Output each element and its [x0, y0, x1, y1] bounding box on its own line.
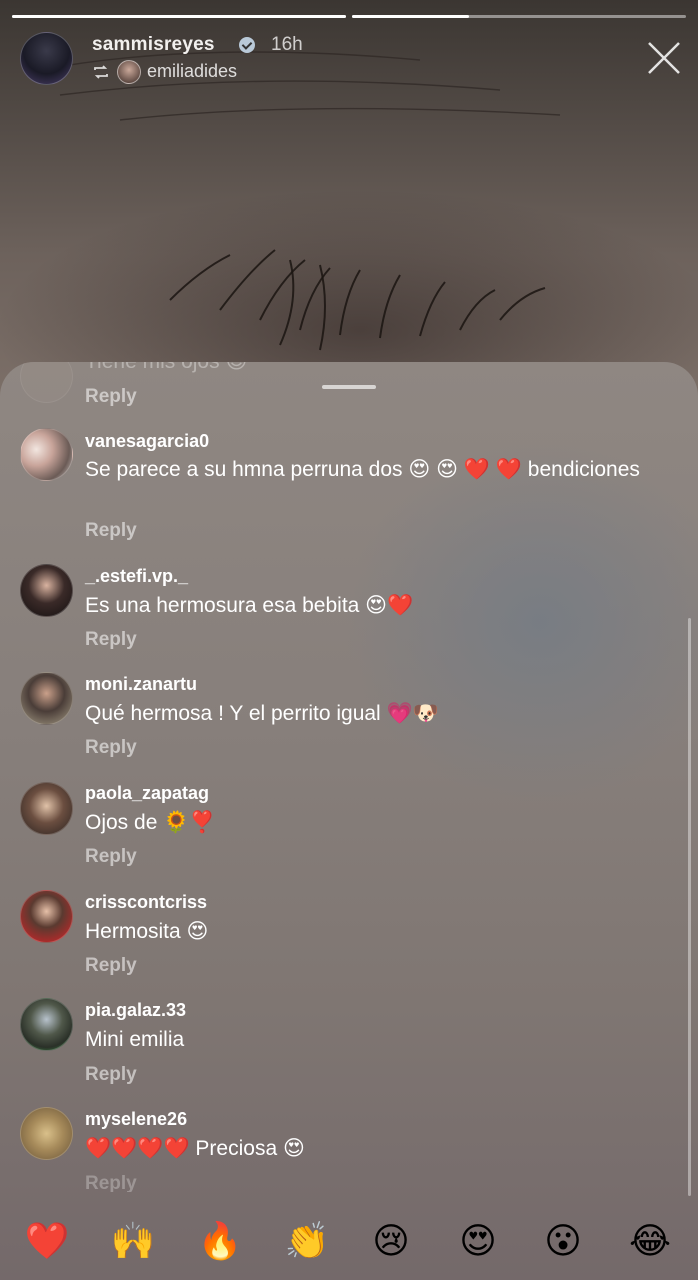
reply-button[interactable]: Reply [85, 520, 137, 542]
reaction-bar: ❤️ 🙌 🔥 👏 😢 😍 😮 😂 [0, 1207, 698, 1280]
tears-of-joy-icon[interactable]: 😂 [627, 1218, 673, 1264]
comment-username[interactable]: myselene26 [85, 1109, 187, 1130]
source-username[interactable]: emiliadides [147, 61, 237, 82]
avatar[interactable] [20, 782, 73, 835]
comment-text: Ojos de 🌻❣️ [85, 811, 216, 834]
source-avatar[interactable] [117, 60, 141, 84]
reply-button[interactable]: Reply [85, 737, 137, 759]
repost-icon [94, 65, 108, 79]
fire-icon[interactable]: 🔥 [197, 1218, 243, 1264]
comments-scrollbar[interactable] [688, 618, 691, 1196]
avatar[interactable] [20, 362, 73, 403]
comment-text: Hermosita 😍 [85, 920, 209, 943]
red-heart-icon[interactable]: ❤️ [24, 1218, 70, 1264]
heart-eyes-icon[interactable]: 😍 [455, 1218, 501, 1264]
avatar[interactable] [20, 890, 73, 943]
comment-username[interactable]: paola_zapatag [85, 783, 209, 804]
story-progress-1 [12, 15, 346, 18]
comment-text: Es una hermosura esa bebita 😍❤️ [85, 594, 414, 617]
comment-text: Qué hermosa ! Y el perrito igual 💗🐶 [85, 702, 439, 725]
story-header: sammisreyes 16h emiliadides [20, 32, 680, 88]
reply-button[interactable]: Reply [85, 955, 137, 977]
reply-button[interactable]: Reply [85, 1173, 137, 1192]
avatar[interactable] [20, 672, 73, 725]
crying-face-icon[interactable]: 😢 [368, 1218, 414, 1264]
comment-username[interactable]: pia.galaz.33 [85, 1000, 186, 1021]
avatar[interactable] [20, 564, 73, 617]
avatar[interactable] [20, 428, 73, 481]
comment-text: Mini emilia [85, 1028, 185, 1051]
sheet-drag-handle[interactable] [322, 385, 376, 389]
avatar[interactable] [20, 1107, 73, 1160]
comment-text: Se parece a su hmna perruna dos 😍 😍 ❤️ ❤… [85, 458, 640, 481]
close-icon[interactable] [646, 40, 682, 76]
reply-button[interactable]: Reply [85, 846, 137, 868]
avatar[interactable] [20, 998, 73, 1051]
avatar[interactable] [20, 32, 73, 85]
story-username[interactable]: sammisreyes [92, 34, 215, 56]
verified-badge-icon [239, 37, 255, 53]
comment-text: Tiene mis ojos 😊 [85, 362, 645, 375]
raising-hands-icon[interactable]: 🙌 [110, 1218, 156, 1264]
reply-button[interactable]: Reply [85, 386, 137, 408]
comment-username[interactable]: _.estefi.vp._ [85, 566, 188, 587]
surprised-face-icon[interactable]: 😮 [540, 1218, 586, 1264]
story-time: 16h [271, 34, 303, 55]
comments-sheet: Tiene mis ojos 😊 Reply vanesagarcia0 Se … [0, 362, 698, 1280]
reply-button[interactable]: Reply [85, 1064, 137, 1086]
comment-username[interactable]: moni.zanartu [85, 674, 197, 695]
reply-button[interactable]: Reply [85, 629, 137, 651]
comment-username[interactable]: vanesagarcia0 [85, 431, 209, 452]
clapping-hands-icon[interactable]: 👏 [284, 1218, 330, 1264]
comments-list[interactable]: Tiene mis ojos 😊 Reply vanesagarcia0 Se … [0, 362, 698, 1192]
comment-username[interactable]: crisscontcriss [85, 892, 207, 913]
story-progress-2 [352, 15, 686, 18]
comment-text: ❤️❤️❤️❤️ Preciosa 😍 [85, 1137, 305, 1160]
